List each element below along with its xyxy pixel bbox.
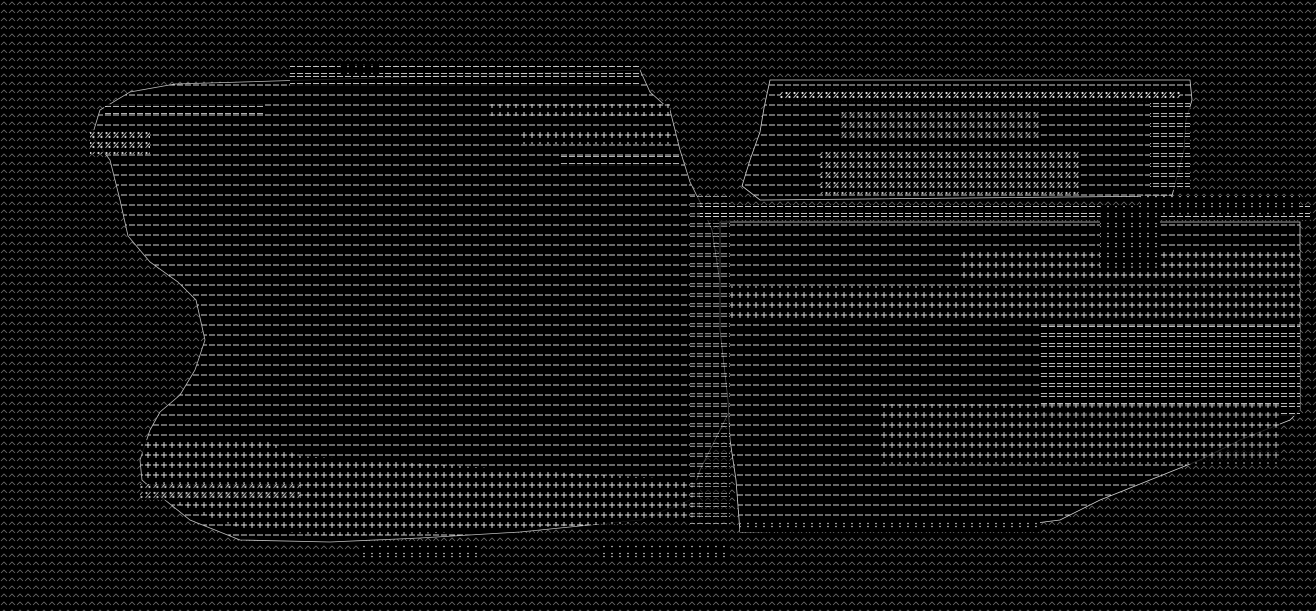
left-edge-heavy-1 [90, 130, 150, 154]
right-mid-dots [1140, 196, 1300, 216]
right-top-accent-block-1 [840, 112, 1040, 140]
left-bottom-heavy [140, 484, 300, 500]
right-lower-plus-band-3 [880, 404, 1280, 464]
right-top-accent-block-2 [820, 150, 1080, 194]
left-inner-plus-band-1 [490, 104, 670, 116]
ascii-art-canvas [0, 0, 1316, 611]
right-lower-dots-bottom [740, 518, 1040, 532]
left-bottom-dots-2 [600, 546, 730, 558]
ascii-art-image [0, 0, 1316, 611]
right-top-heavy-band [780, 88, 1180, 102]
left-bottom-dots [360, 546, 480, 558]
right-lower-plus-band-2 [730, 286, 1300, 322]
right-top-eq-edge [1150, 100, 1190, 190]
connector-strip [690, 196, 730, 526]
left-top-dots [340, 64, 380, 74]
left-inner-plus-band-2 [520, 130, 670, 144]
left-edge-eq-1 [104, 104, 264, 114]
right-lower-dots-1 [1100, 206, 1160, 266]
left-inner-eq-band [560, 156, 680, 166]
right-lower-eq-block [1040, 326, 1300, 416]
